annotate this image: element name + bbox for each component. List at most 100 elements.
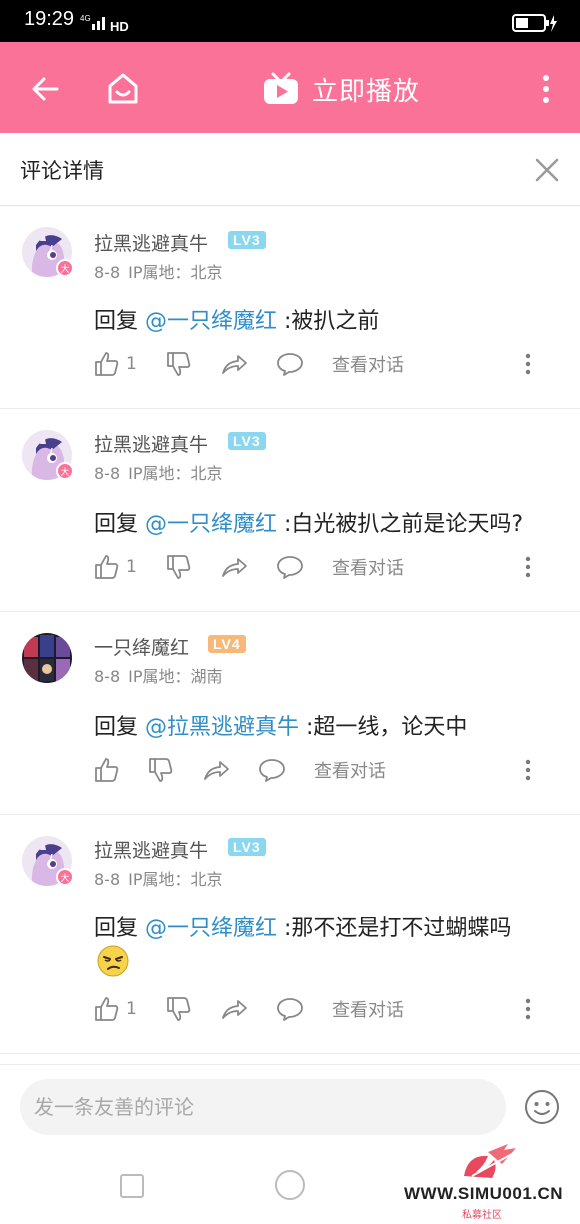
avatar[interactable]: 大 xyxy=(22,430,74,480)
comment-more-button[interactable] xyxy=(520,349,536,379)
watermark-subtitle: 私募社区 xyxy=(462,1210,502,1221)
share-icon xyxy=(204,761,229,780)
reply-body: :白光被扒之前是论天吗? xyxy=(277,512,524,537)
comment-date: 8-8 xyxy=(94,667,121,686)
top-header: 立即播放 xyxy=(0,42,580,133)
comment-more-button[interactable] xyxy=(520,552,536,582)
recent-apps-button[interactable] xyxy=(120,1174,144,1198)
comment-actions: 查看对话 xyxy=(0,755,580,785)
thumbs-up-icon xyxy=(95,352,119,376)
comment-bubble-icon xyxy=(259,759,285,782)
share-button[interactable] xyxy=(220,552,248,582)
thumbs-up-icon xyxy=(95,758,119,782)
dislike-button[interactable] xyxy=(166,349,192,379)
comment-actions: 1 查看对话 xyxy=(0,349,580,379)
share-button[interactable] xyxy=(220,349,248,379)
avatar[interactable]: 大 xyxy=(22,227,74,277)
comment-actions: 1 查看对话 xyxy=(0,994,580,1024)
more-vertical-icon xyxy=(525,759,531,781)
thumbs-down-icon xyxy=(167,997,191,1021)
comment-meta: 8-8 IP属地：北京 xyxy=(94,866,223,890)
username[interactable]: 一只绛魔红 xyxy=(94,633,189,660)
view-conversation-link[interactable]: 查看对话 xyxy=(314,755,386,785)
level-badge: LV3 xyxy=(228,432,266,450)
dislike-button[interactable] xyxy=(166,994,192,1024)
ip-location: IP属地：湖南 xyxy=(128,667,223,686)
avatar[interactable]: 大 xyxy=(22,836,74,886)
close-icon[interactable] xyxy=(532,155,562,185)
more-vertical-icon xyxy=(525,353,531,375)
collage-avatar-icon xyxy=(22,633,72,683)
site-watermark: WWW.SIMU001.CN 私募社区 xyxy=(400,1140,575,1224)
play-now-button[interactable]: 立即播放 xyxy=(262,66,420,112)
home-nav-button[interactable] xyxy=(275,1170,305,1200)
more-vertical-icon xyxy=(525,998,531,1020)
comment-text: 回复 @一只绛魔红 :那不还是打不过蝴蝶吗 xyxy=(94,910,511,942)
arrow-left-icon xyxy=(32,77,59,101)
dislike-button[interactable] xyxy=(148,755,174,785)
reply-body: :被扒之前 xyxy=(277,309,380,334)
ip-location: IP属地：北京 xyxy=(128,870,223,889)
reply-button[interactable] xyxy=(276,349,304,379)
signal-icon: 4G HD xyxy=(80,14,129,34)
like-button[interactable]: 1 xyxy=(94,552,137,582)
comment-detail-title: 评论详情 xyxy=(20,159,104,183)
dislike-button[interactable] xyxy=(166,552,192,582)
status-time: 19:29 xyxy=(24,8,75,30)
like-button[interactable]: 1 xyxy=(94,994,137,1024)
more-menu-button[interactable] xyxy=(526,66,566,112)
like-button[interactable]: 1 xyxy=(94,349,137,379)
share-button[interactable] xyxy=(220,994,248,1024)
mention-link[interactable]: @一只绛魔红 xyxy=(145,309,277,334)
level-badge: LV4 xyxy=(208,635,246,653)
comment-bubble-icon xyxy=(277,998,303,1021)
emoji-picker-icon[interactable] xyxy=(524,1089,560,1125)
view-conversation-link[interactable]: 查看对话 xyxy=(332,552,404,582)
comment-text: 回复 @一只绛魔红 :被扒之前 xyxy=(94,303,379,335)
comment-meta: 8-8 IP属地：北京 xyxy=(94,259,223,283)
comment-item: 一只绛魔红 LV4 8-8 IP属地：湖南 回复 @拉黑逃避真牛 :超一线，论天中… xyxy=(0,613,580,815)
comment-input[interactable] xyxy=(20,1079,506,1135)
comment-input-wrapper xyxy=(20,1079,506,1135)
username[interactable]: 拉黑逃避真牛 xyxy=(94,229,208,256)
view-conversation-link[interactable]: 查看对话 xyxy=(332,994,404,1024)
reply-body: :那不还是打不过蝴蝶吗 xyxy=(277,916,512,941)
status-bar: 19:29 4G HD xyxy=(0,0,580,42)
comment-meta: 8-8 IP属地：北京 xyxy=(94,460,223,484)
like-button[interactable] xyxy=(94,755,126,785)
reply-button[interactable] xyxy=(258,755,286,785)
comment-more-button[interactable] xyxy=(520,755,536,785)
view-conversation-link[interactable]: 查看对话 xyxy=(332,349,404,379)
tv-play-icon xyxy=(264,72,298,104)
like-count: 1 xyxy=(126,354,137,374)
comment-item: 大 拉黑逃避真牛 LV3 8-8 IP属地：北京 回复 @一只绛魔红 :白光被扒之… xyxy=(0,410,580,612)
watermark-logo-icon xyxy=(464,1144,516,1178)
home-button[interactable] xyxy=(100,66,146,112)
back-button[interactable] xyxy=(22,66,68,112)
comment-item: 大 拉黑逃避真牛 LV3 8-8 IP属地：北京 回复 @一只绛魔红 :那不还是打… xyxy=(0,816,580,1054)
comment-date: 8-8 xyxy=(94,464,121,483)
comment-item: 大 拉黑逃避真牛 LV3 8-8 IP属地：北京 回复 @一只绛魔红 :被扒之前 … xyxy=(0,207,580,409)
mention-link[interactable]: @一只绛魔红 xyxy=(145,512,277,537)
hd-indicator: HD xyxy=(110,19,129,34)
mention-link[interactable]: @一只绛魔红 xyxy=(145,916,277,941)
reply-prefix: 回复 xyxy=(94,512,145,537)
smug-face-emoji-icon xyxy=(97,945,129,977)
big-member-badge: 大 xyxy=(56,462,74,480)
share-button[interactable] xyxy=(202,755,230,785)
ip-location: IP属地：北京 xyxy=(128,263,223,282)
mention-link[interactable]: @拉黑逃避真牛 xyxy=(145,715,299,740)
more-vertical-icon xyxy=(525,556,531,578)
network-type: 4G xyxy=(80,14,91,23)
username[interactable]: 拉黑逃避真牛 xyxy=(94,836,208,863)
thumbs-down-icon xyxy=(149,758,173,782)
comment-text: 回复 @一只绛魔红 :白光被扒之前是论天吗? xyxy=(94,506,523,538)
avatar[interactable] xyxy=(22,633,72,683)
comment-more-button[interactable] xyxy=(520,994,536,1024)
thumbs-down-icon xyxy=(167,555,191,579)
reply-prefix: 回复 xyxy=(94,916,145,941)
username[interactable]: 拉黑逃避真牛 xyxy=(94,430,208,457)
reply-button[interactable] xyxy=(276,552,304,582)
home-icon xyxy=(108,73,138,104)
reply-button[interactable] xyxy=(276,994,304,1024)
